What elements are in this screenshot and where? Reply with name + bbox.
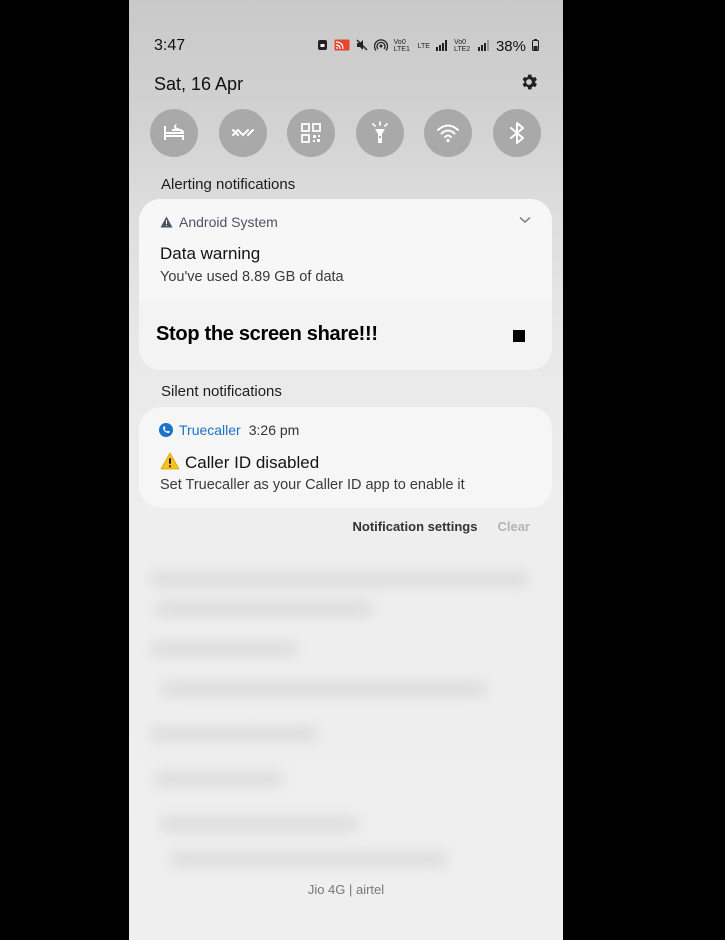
signal-label-2: LTE xyxy=(417,42,430,50)
wifi-icon xyxy=(437,124,460,143)
battery-percent: 38% xyxy=(495,37,526,55)
blurred-background xyxy=(149,570,529,588)
blurred-background xyxy=(154,600,374,618)
qs-bluetooth-button[interactable] xyxy=(492,109,541,157)
notification-text: Set Truecaller as your Caller ID app to … xyxy=(160,477,465,493)
battery-icon xyxy=(532,39,539,53)
status-icons: Vo0 LTE1 LTE Vo0 LTE2 38% xyxy=(317,38,539,55)
signal-label-1: Vo0 LTE1 xyxy=(393,39,410,53)
status-time: 3:47 xyxy=(154,37,186,54)
qr-code-icon xyxy=(301,123,322,143)
notification-app-row: Truecaller 3:26 pm xyxy=(159,422,299,438)
screen-cast-icon xyxy=(334,39,350,53)
stop-screen-share-text: Stop the screen share!!! xyxy=(156,323,378,345)
mute-icon xyxy=(356,39,368,53)
notification-app-row: Android System xyxy=(160,214,278,230)
warning-triangle-icon xyxy=(160,216,173,228)
alerting-section-label: Alerting notifications xyxy=(161,176,296,193)
notification-app-name: Truecaller xyxy=(179,422,241,438)
blurred-background xyxy=(169,850,449,868)
truecaller-phone-icon xyxy=(159,423,173,437)
warning-emoji-icon xyxy=(160,452,180,470)
notification-settings-button[interactable]: Notification settings xyxy=(353,519,478,534)
carrier-label: Jio 4G | airtel xyxy=(307,882,385,897)
chevron-down-icon[interactable] xyxy=(519,216,531,224)
signal-label-3: Vo0 LTE2 xyxy=(453,39,471,53)
settings-gear-icon[interactable] xyxy=(519,72,539,97)
notification-time: 3:26 pm xyxy=(248,422,300,438)
blurred-background xyxy=(159,815,359,833)
bluetooth-icon xyxy=(509,122,524,144)
qs-flashlight-button[interactable] xyxy=(355,109,404,157)
data-warning-notification[interactable]: Android System Data warning You've used … xyxy=(139,199,552,370)
signal-bars-icon xyxy=(435,39,448,53)
screen-share-bar[interactable]: Stop the screen share!!! xyxy=(139,301,552,370)
status-bar: 3:47 Vo0 LTE1 LTE Vo0 LTE2 38% xyxy=(154,35,539,57)
truecaller-notification[interactable]: Truecaller 3:26 pm Caller ID disabled Se… xyxy=(139,407,552,508)
date-label: Sat, 16 Apr xyxy=(154,73,244,94)
blurred-background xyxy=(154,770,284,788)
qs-qr-scanner-button[interactable] xyxy=(287,109,336,157)
notification-title: Data warning xyxy=(160,244,261,263)
flashlight-icon xyxy=(371,121,388,143)
blurred-background xyxy=(149,640,299,658)
data-warning-body[interactable]: Android System Data warning You've used … xyxy=(139,199,552,301)
qs-wifi-button[interactable] xyxy=(424,109,473,157)
shuffle-icon xyxy=(231,128,254,137)
quick-settings xyxy=(150,109,541,159)
notification-shade: 3:47 Vo0 LTE1 LTE Vo0 LTE2 38% Sat, 16 A… xyxy=(129,0,563,940)
notification-actions: Notification settings Clear xyxy=(353,519,530,534)
blurred-background xyxy=(149,725,319,743)
lock-notification-icon xyxy=(317,39,328,53)
blurred-background xyxy=(159,680,489,698)
signal-bars-icon xyxy=(477,39,490,53)
qs-data-saver-button[interactable] xyxy=(218,109,267,157)
clear-button[interactable]: Clear xyxy=(497,519,530,534)
header-row: Sat, 16 Apr xyxy=(154,72,539,96)
notification-title: Caller ID disabled xyxy=(185,453,320,472)
qs-sleep-mode-button[interactable] xyxy=(150,109,198,157)
notification-text: You've used 8.89 GB of data xyxy=(160,269,344,285)
notification-app-name: Android System xyxy=(179,214,278,230)
silent-section-label: Silent notifications xyxy=(161,383,282,400)
hotspot-icon xyxy=(373,39,388,53)
bed-icon xyxy=(164,124,185,140)
stop-icon[interactable] xyxy=(513,330,525,342)
notification-title-row: Caller ID disabled xyxy=(160,452,319,473)
